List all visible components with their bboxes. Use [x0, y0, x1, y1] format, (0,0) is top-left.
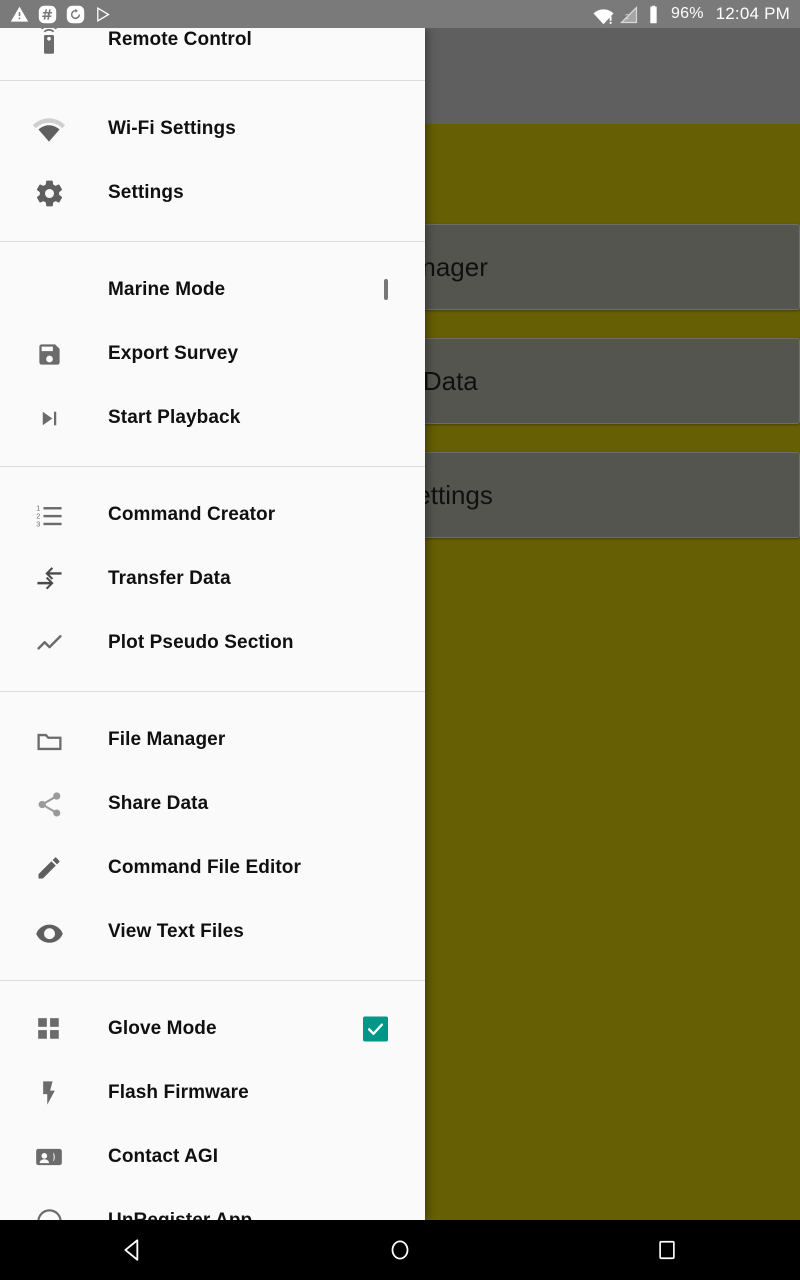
recents-square-icon — [656, 1239, 678, 1261]
play-store-icon — [94, 5, 113, 24]
drawer-item-unregister-app[interactable]: UnRegister App — [0, 1189, 425, 1220]
drawer-section-2: Wi-Fi Settings Settings — [0, 97, 425, 225]
back-triangle-icon — [120, 1237, 146, 1263]
share-icon — [26, 781, 72, 827]
sim-signal-2-icon: 2 — [619, 5, 638, 24]
drawer-item-label: Marine Mode — [108, 279, 226, 300]
checkbox-checked-icon — [363, 1016, 388, 1042]
drawer-item-settings[interactable]: Settings — [0, 161, 425, 225]
drawer-item-label: Command Creator — [108, 504, 276, 525]
home-circle-icon — [388, 1238, 412, 1262]
system-navigation-bar — [0, 1220, 800, 1280]
clock-text: 12:04 PM — [715, 4, 790, 23]
battery-percent-text: 96% — [671, 5, 704, 22]
drawer-item-file-manager[interactable]: File Manager — [0, 708, 425, 772]
svg-text:3: 3 — [36, 519, 40, 528]
drawer-item-label: Start Playback — [108, 407, 241, 428]
drawer-item-label: Export Survey — [108, 343, 239, 364]
drawer-item-share-data[interactable]: Share Data — [0, 772, 425, 836]
wifi-alert-icon — [593, 5, 614, 24]
drawer-item-view-text-files[interactable]: View Text Files — [0, 900, 425, 964]
drawer-item-glove-mode[interactable]: Glove Mode — [0, 997, 425, 1061]
drawer-item-label: View Text Files — [108, 921, 244, 942]
drawer-scroll-container[interactable]: Remote Control Wi-Fi Settings Settings M… — [0, 28, 425, 1220]
drawer-item-command-creator[interactable]: 1 2 3 Command Creator — [0, 483, 425, 547]
drawer-section-6: Glove Mode Flash Firmware Contact AGI — [0, 997, 425, 1220]
drawer-divider — [0, 980, 425, 981]
drawer-item-label: Flash Firmware — [108, 1082, 249, 1103]
marine-mode-checkbox[interactable] — [384, 279, 388, 300]
drawer-section-4: 1 2 3 Command Creator Transfer Data Plot… — [0, 483, 425, 675]
drawer-item-transfer-data[interactable]: Transfer Data — [0, 547, 425, 611]
drawer-divider — [0, 466, 425, 467]
skip-next-icon — [26, 395, 72, 441]
drawer-section-3: Marine Mode Export Survey Start Playback — [0, 258, 425, 450]
recents-button[interactable] — [607, 1220, 727, 1280]
lightning-bolt-icon — [26, 1070, 72, 1116]
drawer-item-command-file-editor[interactable]: Command File Editor — [0, 836, 425, 900]
gear-icon — [26, 170, 72, 216]
drawer-item-label: Command File Editor — [108, 857, 301, 878]
transfer-arrows-icon — [26, 556, 72, 602]
drawer-item-marine-mode[interactable]: Marine Mode — [0, 258, 425, 322]
drawer-divider — [0, 691, 425, 692]
drawer-item-export-survey[interactable]: Export Survey — [0, 322, 425, 386]
drawer-item-label: Glove Mode — [108, 1018, 217, 1039]
home-button[interactable] — [340, 1220, 460, 1280]
wifi-icon — [26, 106, 72, 152]
line-chart-icon — [26, 620, 72, 666]
minus-circle-icon — [26, 1198, 72, 1220]
contact-card-icon — [26, 1134, 72, 1180]
drawer-item-start-playback[interactable]: Start Playback — [0, 386, 425, 450]
checkbox-unchecked-icon — [384, 279, 388, 300]
sync-icon — [66, 5, 85, 24]
no-icon-placeholder — [26, 267, 72, 313]
drawer-item-label: Share Data — [108, 793, 209, 814]
drawer-section-5: File Manager Share Data Command File Edi… — [0, 708, 425, 964]
drawer-item-label: Contact AGI — [108, 1146, 219, 1167]
drawer-item-label: File Manager — [108, 729, 226, 750]
drawer-divider — [0, 80, 425, 81]
drawer-item-label: Transfer Data — [108, 568, 231, 589]
status-bar: 2 96% 12:04 PM — [0, 0, 800, 28]
back-button[interactable] — [73, 1220, 193, 1280]
battery-full-icon — [645, 5, 664, 24]
drawer-item-flash-firmware[interactable]: Flash Firmware — [0, 1061, 425, 1125]
save-icon — [26, 331, 72, 377]
drawer-item-wifi-settings[interactable]: Wi-Fi Settings — [0, 97, 425, 161]
drawer-item-label: UnRegister App — [108, 1210, 252, 1220]
status-bar-left-icons — [10, 5, 113, 24]
drawer-item-plot-pseudo-section[interactable]: Plot Pseudo Section — [0, 611, 425, 675]
status-bar-right-icons: 2 96% 12:04 PM — [593, 4, 790, 24]
drawer-item-label: Wi-Fi Settings — [108, 118, 236, 139]
grid-icon — [26, 1006, 72, 1052]
pencil-icon — [26, 845, 72, 891]
glove-mode-checkbox[interactable] — [363, 1016, 388, 1042]
eye-icon — [26, 909, 72, 955]
drawer-item-label: Plot Pseudo Section — [108, 632, 294, 653]
drawer-divider — [0, 241, 425, 242]
drawer-item-label: Settings — [108, 182, 184, 203]
warning-icon — [10, 5, 29, 24]
folder-icon — [26, 717, 72, 763]
remote-control-icon — [26, 28, 72, 63]
drawer-section-1: Remote Control — [0, 28, 425, 72]
drawer-item-contact-agi[interactable]: Contact AGI — [0, 1125, 425, 1189]
drawer-item-label: Remote Control — [108, 29, 252, 50]
numbered-list-icon: 1 2 3 — [26, 492, 72, 538]
hashtag-badge-icon — [38, 5, 57, 24]
navigation-drawer[interactable]: Remote Control Wi-Fi Settings Settings M… — [0, 28, 425, 1220]
drawer-item-remote-control[interactable]: Remote Control — [0, 28, 425, 72]
